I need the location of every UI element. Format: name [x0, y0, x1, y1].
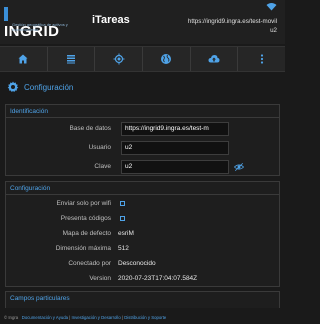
more-button[interactable]: [238, 47, 285, 71]
server-url: https://ingrid9.ingra.es/test-movil u2: [157, 18, 277, 35]
copyright: © Ingra: [4, 315, 19, 320]
version-row: Version 2020-07-23T17:04:07.584Z: [6, 272, 279, 286]
footer: © Ingra Documentación y Ayuda | Investig…: [0, 312, 285, 324]
globe-icon: [161, 54, 172, 64]
eye-off-icon[interactable]: [234, 162, 244, 172]
enviar-wifi-checkbox[interactable]: [120, 201, 125, 206]
base-datos-input[interactable]: https://ingrid9.ingra.es/test-m: [121, 122, 229, 136]
target-icon: [113, 53, 125, 65]
list-icon: [67, 55, 75, 64]
research-link[interactable]: Investigación y Desarrollo: [72, 315, 121, 320]
current-user: u2: [270, 26, 277, 34]
cloud-upload-icon: [208, 55, 220, 63]
enviar-wifi-row: Enviar solo por wifi: [6, 197, 279, 211]
list-button[interactable]: [48, 47, 96, 71]
toolbar: [0, 46, 285, 72]
wifi-icon: [266, 3, 277, 11]
mapa-defecto-value[interactable]: esriM: [118, 227, 134, 241]
presenta-codigos-checkbox[interactable]: [120, 216, 125, 221]
version-value: 2020-07-23T17:04:07.584Z: [118, 275, 198, 282]
map-button[interactable]: [143, 47, 191, 71]
page-title: Configuración: [0, 74, 285, 100]
mapa-defecto-label: Mapa de defecto: [62, 230, 111, 237]
usuario-input[interactable]: u2: [121, 141, 229, 155]
identificacion-header: Identificación: [6, 105, 279, 118]
identificacion-panel: Identificación Base de datos https://ing…: [5, 104, 280, 176]
presenta-codigos-label: Presenta códigos: [60, 215, 111, 222]
version-label: Version: [89, 275, 111, 282]
clave-input[interactable]: u2: [121, 160, 229, 174]
clave-row: Clave u2: [6, 160, 279, 174]
dimension-maxima-value[interactable]: 512: [118, 242, 129, 256]
enviar-wifi-label: Enviar solo por wifi: [56, 200, 111, 207]
location-button[interactable]: [95, 47, 144, 71]
app-logo: INGRID Gestión geográfica de activos y m…: [4, 6, 68, 40]
server-url-line: https://ingrid9.ingra.es/test-movil: [187, 18, 277, 25]
docs-link[interactable]: Documentación y Ayuda: [22, 315, 68, 320]
conectado-por-row: Conectado por Desconocido: [6, 257, 279, 271]
clave-label: Clave: [94, 163, 111, 170]
base-datos-row: Base de datos https://ingrid9.ingra.es/t…: [6, 122, 279, 136]
usuario-label: Usuario: [88, 144, 111, 151]
gear-icon: [7, 81, 19, 92]
dimension-maxima-row: Dimensión máxima 512: [6, 242, 279, 256]
dimension-maxima-label: Dimensión máxima: [55, 245, 111, 252]
sync-button[interactable]: [191, 47, 239, 71]
mapa-defecto-row: Mapa de defecto esriM: [6, 227, 279, 241]
app-title: iTareas: [92, 14, 130, 26]
campos-header[interactable]: Campos particulares: [6, 292, 279, 305]
usuario-row: Usuario u2: [6, 141, 279, 155]
page-title-text: Configuración: [24, 82, 74, 92]
configuracion-header: Configuración: [6, 182, 279, 195]
home-icon: [18, 54, 28, 64]
configuracion-panel: Configuración Enviar solo por wifi Prese…: [5, 181, 280, 287]
conectado-por-label: Conectado por: [68, 260, 111, 267]
home-button[interactable]: [0, 47, 48, 71]
logo-subtitle: Gestión geográfica de activos y mantenim…: [12, 22, 68, 32]
base-datos-label: Base de datos: [69, 125, 111, 132]
support-link[interactable]: Distribución y Soporte: [124, 315, 166, 320]
more-vertical-icon: [260, 54, 263, 64]
conectado-por-value: Desconocido: [118, 260, 156, 267]
campos-panel: Campos particulares: [5, 291, 280, 308]
app-header: INGRID Gestión geográfica de activos y m…: [0, 0, 285, 44]
presenta-codigos-row: Presenta códigos: [6, 212, 279, 226]
